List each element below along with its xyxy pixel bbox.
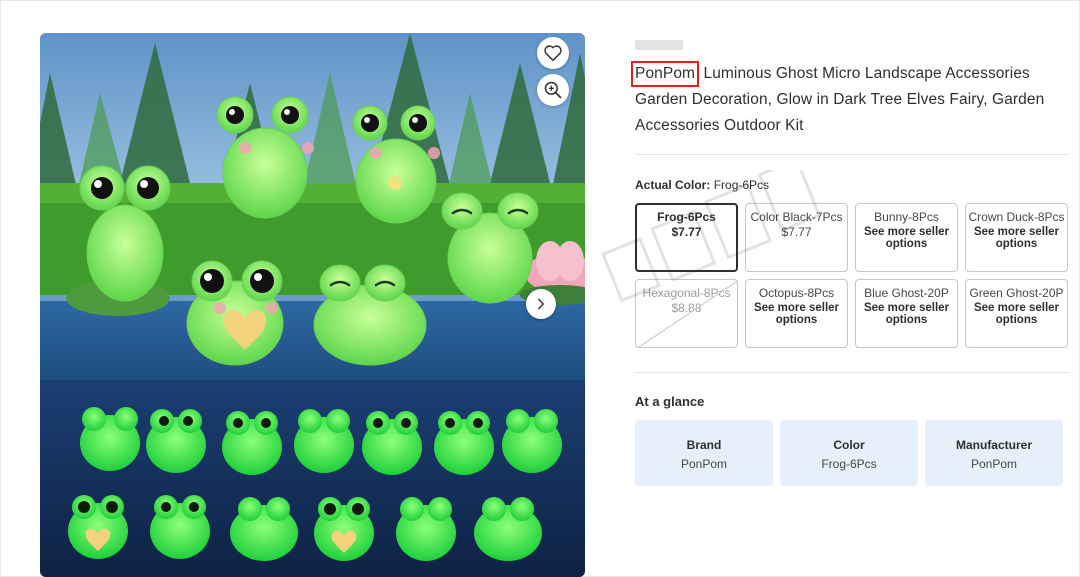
variant-option-name: Octopus-8Pcs [758, 286, 835, 300]
variant-option-note: See more seller options [973, 302, 1060, 326]
variant-option-crown-duck-8pcs[interactable]: Crown Duck-8Pcs See more seller options [965, 203, 1068, 272]
variant-option-green-ghost-20p[interactable]: Green Ghost-20P See more seller options [965, 279, 1068, 348]
variant-option-frog-6pcs[interactable]: Frog-6Pcs $7.77 [635, 203, 738, 272]
glance-card-key: Color [833, 438, 865, 452]
variant-option-note: See more seller options [973, 226, 1060, 250]
variant-option-blue-ghost-20p[interactable]: Blue Ghost-20P See more seller options [855, 279, 958, 348]
glance-card-brand: Brand PonPom [635, 420, 773, 486]
brand-highlight[interactable]: PonPom [631, 61, 700, 87]
variant-option-price: $7.77 [781, 225, 812, 239]
variant-option-note: See more seller options [753, 302, 840, 326]
next-image-button[interactable] [526, 289, 556, 319]
variant-option-name: Blue Ghost-20P [864, 286, 949, 300]
divider [635, 372, 1070, 373]
divider [635, 154, 1070, 155]
glance-card-value: PonPom [970, 457, 1018, 471]
variant-option-bunny-8pcs[interactable]: Bunny-8Pcs See more seller options [855, 203, 958, 272]
favorite-button[interactable] [537, 37, 569, 69]
variant-option-name: Frog-6Pcs [657, 210, 716, 224]
glance-card-key: Manufacturer [955, 438, 1032, 452]
glance-card-value: PonPom [680, 457, 728, 471]
zoom-in-icon [544, 81, 562, 99]
product-photo-illustration [40, 33, 585, 577]
variant-option-name: Green Ghost-20P [969, 286, 1064, 300]
variant-selected-value: Frog-6Pcs [713, 178, 770, 192]
variant-option-name: Bunny-8Pcs [874, 210, 939, 224]
variant-option-note: See more seller options [863, 226, 950, 250]
variant-option-hexagonal-8pcs[interactable]: Hexagonal-8Pcs $8.88 [635, 279, 738, 348]
unavailable-strike-icon [638, 280, 737, 347]
variant-option-name: Crown Duck-8Pcs [968, 210, 1065, 224]
variant-option-price: $7.77 [671, 225, 702, 239]
glance-card-key: Brand [686, 438, 722, 452]
variant-option-name: Color Black-7Pcs [750, 210, 843, 224]
zoom-button[interactable] [537, 74, 569, 106]
chevron-right-icon [537, 298, 545, 310]
product-title: PonPom Luminous Ghost Micro Landscape Ac… [631, 61, 1075, 139]
variant-label-key: Actual Color: [635, 178, 711, 192]
glance-card-value: Frog-6Pcs [821, 457, 877, 471]
variant-option-octopus-8pcs[interactable]: Octopus-8Pcs See more seller options [745, 279, 848, 348]
variant-option-note: See more seller options [863, 302, 950, 326]
heart-outline-icon [544, 45, 562, 62]
product-info: PonPom Luminous Ghost Micro Landscape Ac… [631, 40, 1075, 139]
at-a-glance-heading: At a glance [635, 394, 705, 409]
product-image[interactable] [40, 33, 585, 577]
glance-card-color: Color Frog-6Pcs [780, 420, 918, 486]
variant-label: Actual Color: Frog-6Pcs [635, 178, 769, 192]
redacted-bar [635, 40, 683, 50]
variant-option-color-black-7pcs[interactable]: Color Black-7Pcs $7.77 [745, 203, 848, 272]
glance-card-manufacturer: Manufacturer PonPom [925, 420, 1063, 486]
